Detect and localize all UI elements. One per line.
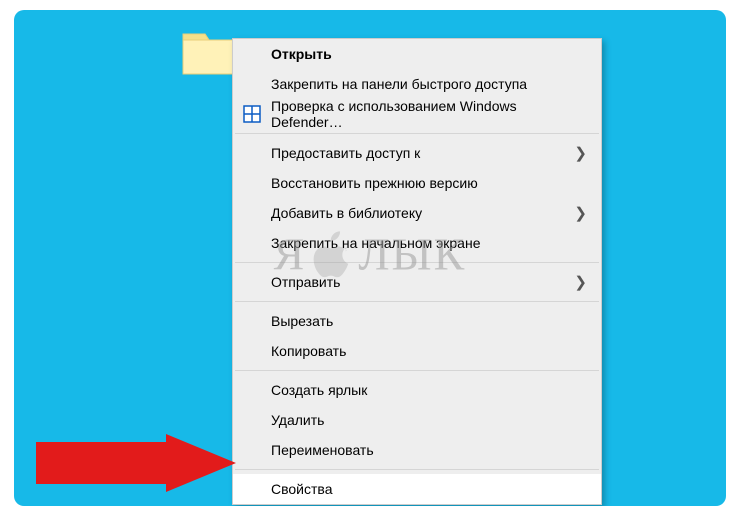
menu-item-pin-quick-access[interactable]: Закрепить на панели быстрого доступа <box>233 69 601 99</box>
context-menu: Открыть Закрепить на панели быстрого дос… <box>232 38 602 505</box>
menu-label: Свойства <box>271 481 332 497</box>
chevron-right-icon: ❯ <box>574 273 587 291</box>
menu-separator <box>235 370 599 371</box>
menu-label: Вырезать <box>271 313 333 329</box>
menu-separator <box>235 133 599 134</box>
desktop: Открыть Закрепить на панели быстрого дос… <box>14 10 726 506</box>
menu-label: Добавить в библиотеку <box>271 205 422 221</box>
menu-item-restore-previous[interactable]: Восстановить прежнюю версию <box>233 168 601 198</box>
menu-item-rename[interactable]: Переименовать <box>233 435 601 465</box>
menu-label: Проверка с использованием Windows Defend… <box>271 98 587 130</box>
menu-label: Удалить <box>271 412 324 428</box>
chevron-right-icon: ❯ <box>574 204 587 222</box>
menu-item-grant-access[interactable]: Предоставить доступ к ❯ <box>233 138 601 168</box>
menu-label: Закрепить на панели быстрого доступа <box>271 76 527 92</box>
menu-item-open[interactable]: Открыть <box>233 39 601 69</box>
menu-label: Создать ярлык <box>271 382 367 398</box>
menu-item-copy[interactable]: Копировать <box>233 336 601 366</box>
menu-label: Восстановить прежнюю версию <box>271 175 478 191</box>
menu-label: Копировать <box>271 343 346 359</box>
menu-item-defender-scan[interactable]: Проверка с использованием Windows Defend… <box>233 99 601 129</box>
menu-label: Предоставить доступ к <box>271 145 420 161</box>
menu-label: Закрепить на начальном экране <box>271 235 481 251</box>
menu-separator <box>235 262 599 263</box>
menu-item-cut[interactable]: Вырезать <box>233 306 601 336</box>
menu-item-delete[interactable]: Удалить <box>233 405 601 435</box>
menu-label: Открыть <box>271 46 332 62</box>
menu-item-add-to-library[interactable]: Добавить в библиотеку ❯ <box>233 198 601 228</box>
defender-shield-icon <box>243 105 261 123</box>
menu-separator <box>235 469 599 470</box>
chevron-right-icon: ❯ <box>574 144 587 162</box>
menu-label: Переименовать <box>271 442 374 458</box>
menu-item-properties[interactable]: Свойства <box>233 474 601 504</box>
menu-item-send-to[interactable]: Отправить ❯ <box>233 267 601 297</box>
menu-item-create-shortcut[interactable]: Создать ярлык <box>233 375 601 405</box>
menu-item-pin-start[interactable]: Закрепить на начальном экране <box>233 228 601 258</box>
red-arrow-annotation <box>36 434 236 492</box>
menu-label: Отправить <box>271 274 340 290</box>
menu-separator <box>235 301 599 302</box>
